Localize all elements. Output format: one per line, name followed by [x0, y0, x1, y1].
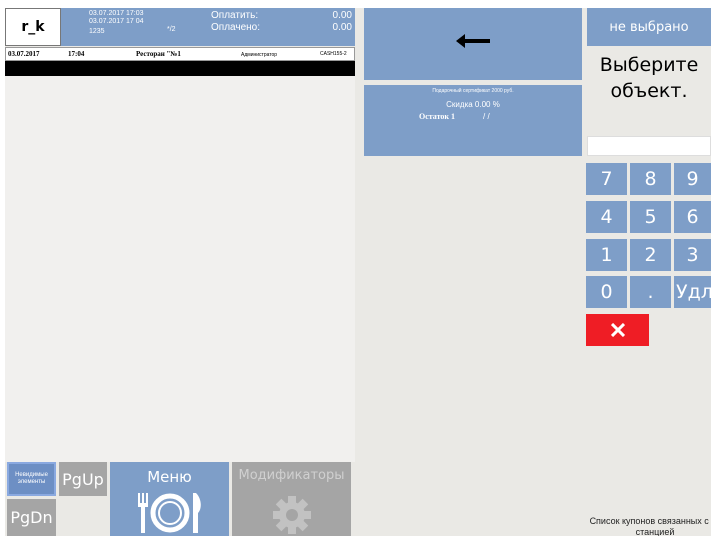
coupons-caption-line-1: Список купонов связанных с ка — [589, 516, 711, 526]
status-row: 03.07.2017 17:04 Ресторан "№1 Администра… — [5, 47, 355, 61]
key-9[interactable]: 9 — [674, 163, 711, 195]
key-5[interactable]: 5 — [630, 201, 671, 233]
order-info-panel[interactable]: 03.07.2017 17:03 03.07.2017 17 04 1235 *… — [61, 8, 209, 46]
status-time: 17:04 — [68, 50, 85, 58]
user-role: Администратор — [241, 52, 278, 58]
to-pay-label: Оплатить: — [211, 10, 259, 21]
prompt-line-1: Выберите — [599, 54, 699, 76]
gear-icon — [273, 496, 311, 534]
user-name: r_k — [5, 8, 61, 46]
key-4[interactable]: 4 — [586, 201, 627, 233]
key-2[interactable]: 2 — [630, 239, 671, 271]
key-8[interactable]: 8 — [630, 163, 671, 195]
menu-button[interactable]: Меню — [110, 462, 229, 536]
key-0[interactable]: 0 — [586, 276, 627, 308]
order-current-time: 03.07.2017 17 04 — [89, 18, 144, 25]
back-button[interactable] — [364, 8, 582, 80]
key-6[interactable]: 6 — [674, 201, 711, 233]
order-number: 1235 — [89, 28, 105, 35]
order-items-list[interactable] — [5, 76, 355, 462]
coupon-discount: Скидка 0.00 % — [446, 100, 500, 109]
menu-label: Меню — [147, 468, 192, 486]
prompt-line-2: объект. — [610, 80, 688, 102]
page-up-button[interactable]: PgUp — [59, 462, 107, 496]
key-7[interactable]: 7 — [586, 163, 627, 195]
select-object-prompt: Выберите объект. — [587, 52, 711, 122]
page-down-button[interactable]: PgDn — [7, 499, 56, 536]
key-decimal[interactable]: . — [630, 276, 671, 308]
order-open-time: 03.07.2017 17:03 — [89, 10, 144, 17]
coupons-caption-line-2: станцией — [635, 527, 675, 536]
paid-label: Оплачено: — [211, 22, 261, 33]
plate-fork-knife-icon — [138, 493, 201, 533]
modifiers-label: Модификаторы — [238, 468, 345, 483]
order-suffix: */2 — [167, 26, 176, 33]
coupon-date-placeholder: / / — [483, 112, 490, 121]
key-delete[interactable]: Удл — [674, 276, 711, 308]
key-1[interactable]: 1 — [586, 239, 627, 271]
status-date: 03.07.2017 — [8, 50, 40, 58]
coupon-card[interactable]: Подарочный сертификат 2000 руб. Скидка 0… — [364, 85, 582, 156]
selection-status[interactable]: не выбрано — [587, 8, 711, 46]
cash-station: CASH155-2 — [320, 51, 347, 57]
key-3[interactable]: 3 — [674, 239, 711, 271]
hidden-elements-button[interactable]: Невидимые элементы — [7, 462, 56, 496]
paid-value: 0.00 — [332, 22, 352, 33]
left-arrow-icon — [456, 34, 490, 48]
restaurant-name: Ресторан "№1 — [136, 50, 181, 58]
selected-line-bar[interactable] — [5, 61, 355, 76]
coupons-list-caption: Список купонов связанных с ка станцией — [585, 516, 711, 536]
x-icon — [610, 323, 625, 337]
pos-screen: r_k 03.07.2017 17:03 03.07.2017 17 04 12… — [5, 8, 711, 536]
to-pay-value: 0.00 — [332, 10, 352, 21]
modifiers-button[interactable]: Модификаторы — [232, 462, 351, 536]
payment-summary: Оплатить: 0.00 Оплачено: 0.00 — [209, 8, 355, 46]
numeric-input-field[interactable] — [587, 136, 711, 156]
coupon-title: Подарочный сертификат 2000 руб. — [432, 88, 514, 94]
coupon-remainder: Остаток 1 — [419, 112, 456, 121]
cancel-button[interactable] — [586, 314, 649, 346]
